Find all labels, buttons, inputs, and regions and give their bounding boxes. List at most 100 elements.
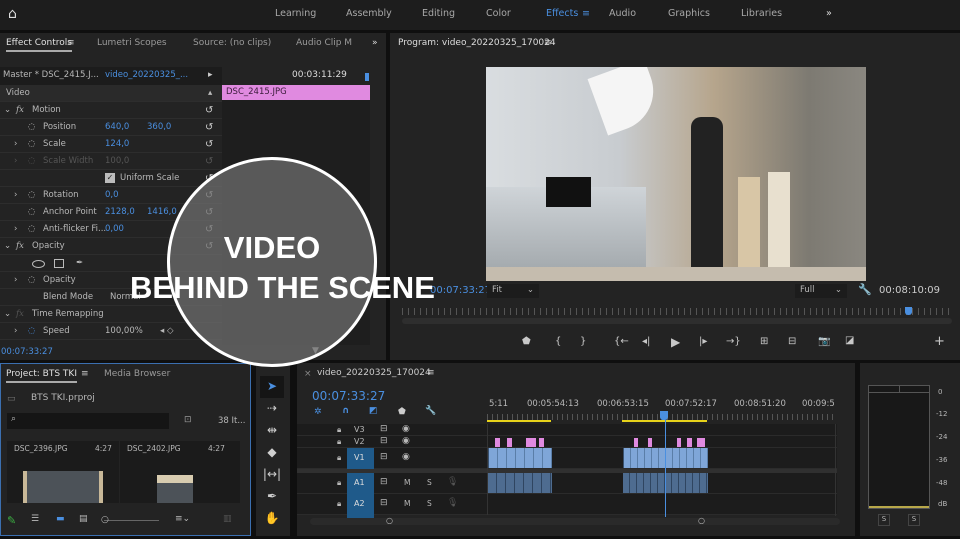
- eye-icon[interactable]: ◉: [402, 436, 410, 446]
- audio-clip-group[interactable]: [488, 473, 552, 493]
- thumbnail-size-slider[interactable]: [104, 520, 159, 521]
- reset-icon[interactable]: ↺: [205, 139, 213, 150]
- program-ruler[interactable]: [402, 308, 952, 315]
- home-icon[interactable]: ⌂: [8, 6, 17, 22]
- image-clip[interactable]: [687, 438, 692, 447]
- lock-icon[interactable]: 🔒︎: [337, 437, 341, 447]
- list-view-icon[interactable]: ☰: [31, 514, 39, 524]
- pen-tool[interactable]: ✒: [262, 489, 282, 503]
- pen-mask-icon[interactable]: ✒: [76, 258, 83, 268]
- solo-left-button[interactable]: S: [878, 514, 890, 526]
- vertical-scrollbar[interactable]: [835, 424, 841, 516]
- play-button[interactable]: ▶: [671, 335, 680, 349]
- project-item[interactable]: DSC_2396.JPG 4:27: [7, 441, 119, 503]
- comparison-view-button[interactable]: ◪: [845, 335, 854, 346]
- mute-button[interactable]: M: [404, 478, 410, 487]
- tab-effect-controls[interactable]: Effect Controls: [6, 38, 72, 52]
- stopwatch-icon[interactable]: ◌: [28, 139, 35, 149]
- sort-icon[interactable]: ≡⌄: [175, 514, 190, 524]
- video-clip-group[interactable]: [488, 448, 552, 468]
- extract-button[interactable]: ⊟: [788, 336, 796, 347]
- lock-icon[interactable]: 🔒︎: [337, 478, 341, 488]
- project-search-input[interactable]: [7, 413, 169, 429]
- workspace-effects[interactable]: Effects: [546, 8, 578, 19]
- reset-icon[interactable]: ↺: [205, 105, 213, 116]
- workspace-color[interactable]: Color: [486, 8, 511, 19]
- new-bin-search-icon[interactable]: ⊡: [184, 415, 192, 425]
- lock-icon[interactable]: 🔒︎: [337, 453, 341, 463]
- solo-button[interactable]: S: [427, 499, 432, 508]
- image-clip[interactable]: [634, 438, 638, 447]
- anchor-x-value[interactable]: 2128,0: [105, 207, 135, 217]
- tab-audio-clip-mixer[interactable]: Audio Clip Mix: [296, 38, 352, 48]
- solo-right-button[interactable]: S: [908, 514, 920, 526]
- track-label-v1[interactable]: V1: [354, 453, 365, 462]
- razor-tool[interactable]: ◆: [262, 445, 282, 459]
- stopwatch-icon[interactable]: ◌: [28, 190, 35, 200]
- tab-media-browser[interactable]: Media Browser: [104, 369, 170, 379]
- step-forward-button[interactable]: |▸: [699, 336, 707, 347]
- panel-menu-icon[interactable]: ≡: [427, 368, 435, 378]
- stopwatch-icon[interactable]: ◌: [28, 326, 35, 336]
- image-clip[interactable]: [697, 438, 705, 447]
- stopwatch-icon[interactable]: ◌: [28, 224, 35, 234]
- zoom-dropdown[interactable]: Fit ⌄: [487, 284, 539, 298]
- pencil-icon[interactable]: ✎: [7, 514, 16, 527]
- wrench-icon[interactable]: 🔧: [858, 283, 872, 296]
- mute-button[interactable]: M: [404, 499, 410, 508]
- scrollbar-handle[interactable]: ○: [386, 516, 393, 525]
- speed-value[interactable]: 100,00%: [105, 326, 143, 336]
- lock-icon[interactable]: 🔒︎: [337, 499, 341, 509]
- scale-value[interactable]: 124,0: [105, 139, 129, 149]
- workspace-graphics[interactable]: Graphics: [668, 8, 710, 19]
- more-tabs-icon[interactable]: »: [372, 38, 378, 48]
- stopwatch-icon[interactable]: ◌: [28, 275, 35, 285]
- go-to-in-button[interactable]: {←: [614, 336, 629, 347]
- snap-icon[interactable]: ∩: [342, 406, 349, 416]
- sequence-tab[interactable]: video_20220325_170024: [317, 368, 431, 378]
- reset-icon[interactable]: ↺: [205, 122, 213, 133]
- rectangle-mask-icon[interactable]: [54, 259, 64, 268]
- stopwatch-icon[interactable]: ◌: [28, 122, 35, 132]
- ec-clip-bar[interactable]: DSC_2415.JPG: [222, 85, 370, 100]
- mark-out-button[interactable]: }: [580, 336, 586, 347]
- stopwatch-icon[interactable]: ◌: [28, 207, 35, 217]
- image-clip[interactable]: [507, 438, 512, 447]
- lift-button[interactable]: ⊞: [760, 336, 768, 347]
- position-y-value[interactable]: 360,0: [147, 122, 171, 132]
- sync-lock-icon[interactable]: ⊟: [380, 498, 388, 508]
- microphone-icon[interactable]: 🎙︎: [447, 477, 458, 487]
- ec-playhead[interactable]: [365, 73, 369, 81]
- sync-lock-icon[interactable]: ⊟: [380, 452, 388, 462]
- hand-tool[interactable]: ✋: [262, 511, 282, 525]
- sync-lock-icon[interactable]: ⊟: [380, 424, 388, 434]
- microphone-icon[interactable]: 🎙︎: [447, 498, 458, 508]
- timeline-timecode[interactable]: 00:07:33:27: [312, 389, 385, 403]
- freeform-view-icon[interactable]: ▤: [79, 514, 88, 524]
- track-select-tool[interactable]: ⇢: [262, 401, 282, 415]
- panel-menu-icon[interactable]: ≡: [544, 38, 552, 48]
- image-clip[interactable]: [677, 438, 681, 447]
- automate-icon[interactable]: ▥: [223, 514, 232, 524]
- image-clip[interactable]: [539, 438, 544, 447]
- image-clip[interactable]: [495, 438, 500, 447]
- workspace-menu-icon[interactable]: ≡: [582, 8, 590, 19]
- step-back-button[interactable]: ◂|: [642, 336, 650, 347]
- image-clip[interactable]: [648, 438, 652, 447]
- mark-in-button[interactable]: {: [555, 336, 561, 347]
- close-icon[interactable]: ×: [304, 369, 312, 379]
- anti-flicker-value[interactable]: 0,00: [105, 224, 124, 234]
- time-ruler[interactable]: 5:11 00:05:54:13 00:06:53:15 00:07:52:17…: [487, 399, 835, 423]
- anchor-y-value[interactable]: 1416,0: [147, 207, 177, 217]
- track-label-a2[interactable]: A2: [354, 499, 365, 508]
- play-icon[interactable]: ▸: [208, 70, 213, 80]
- slider-handle[interactable]: ○: [101, 515, 109, 525]
- add-marker-button[interactable]: ⬟: [522, 336, 531, 347]
- workspace-audio[interactable]: Audio: [609, 8, 636, 19]
- timeline-playhead[interactable]: [660, 411, 668, 420]
- go-to-out-button[interactable]: →}: [726, 336, 741, 347]
- slip-tool[interactable]: |↔|: [262, 467, 282, 481]
- tab-lumetri-scopes[interactable]: Lumetri Scopes: [97, 38, 167, 48]
- program-playhead[interactable]: [905, 307, 912, 315]
- more-workspaces-icon[interactable]: »: [826, 8, 832, 19]
